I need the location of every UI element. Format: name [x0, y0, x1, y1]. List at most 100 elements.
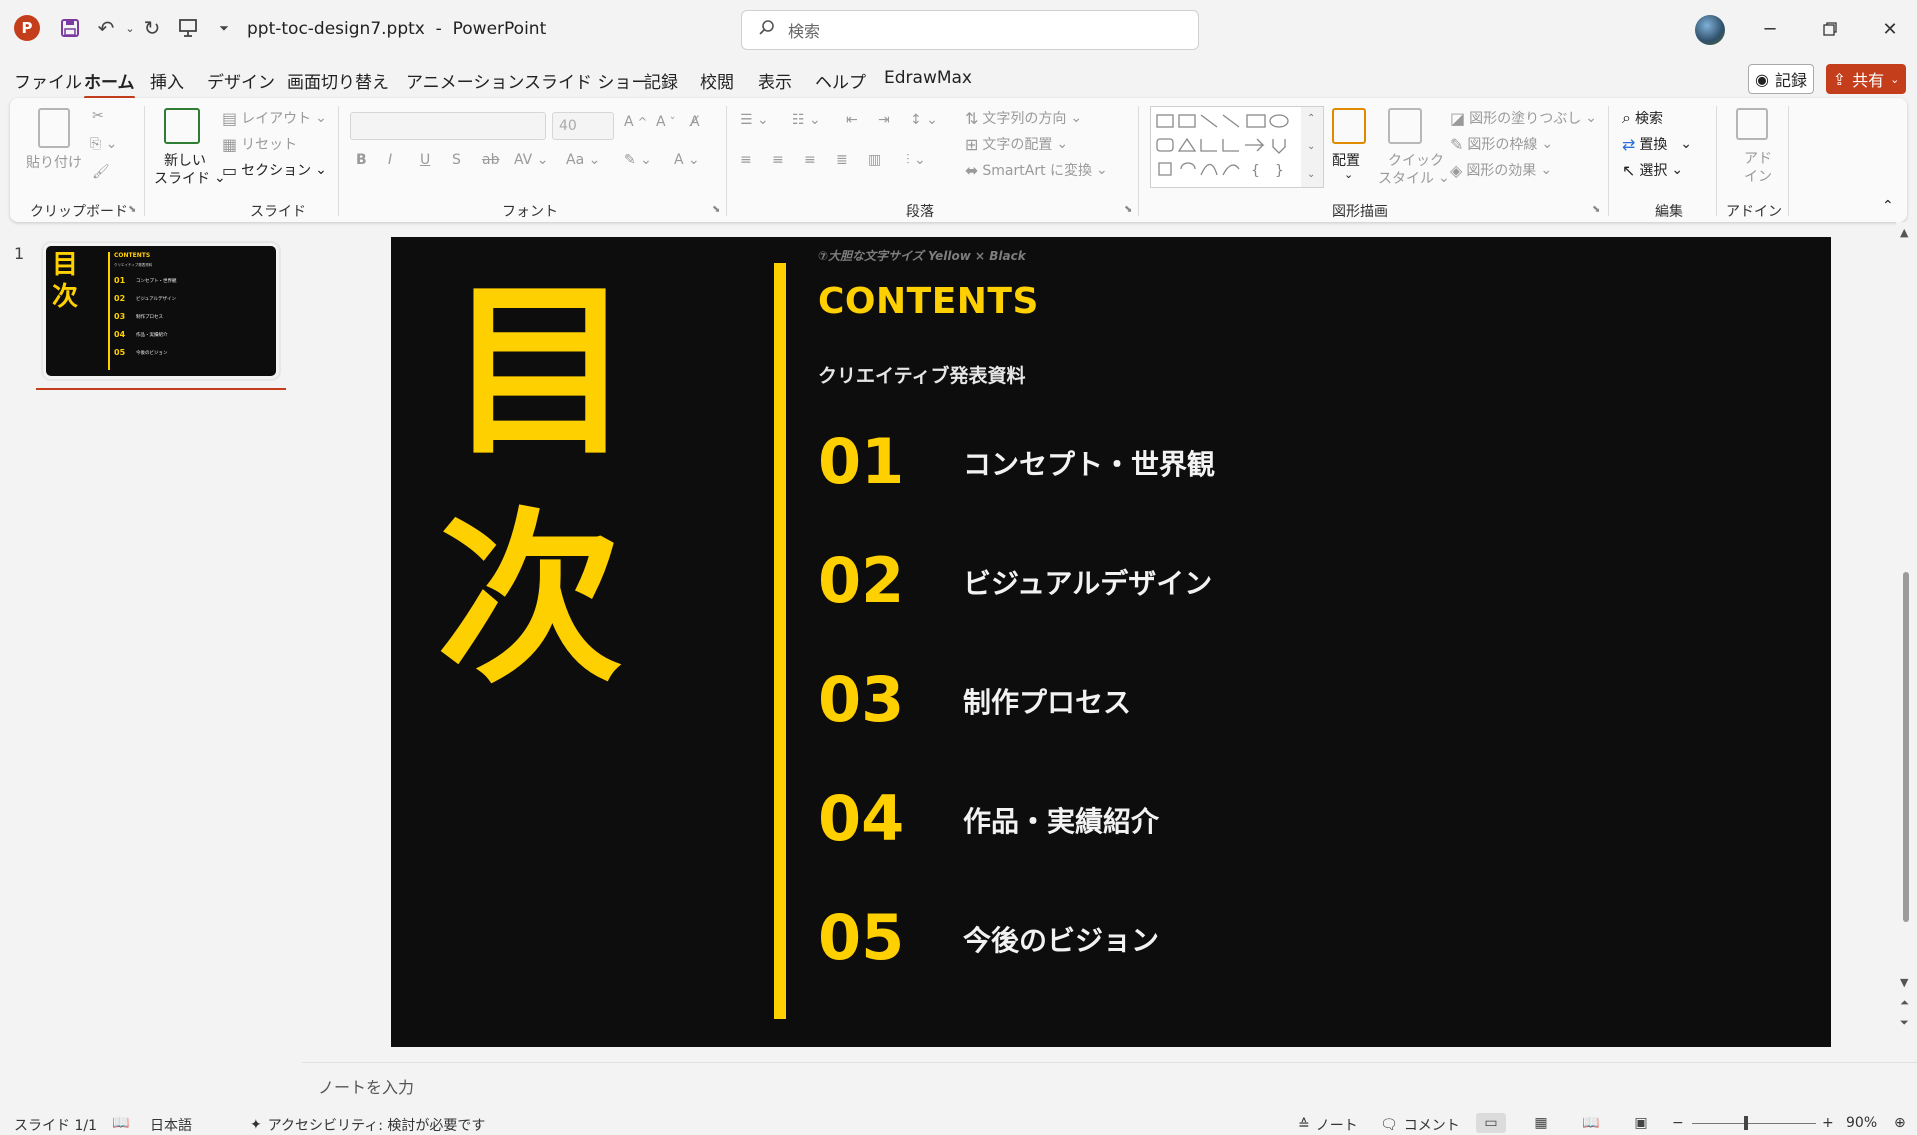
bold-icon[interactable]: B: [356, 152, 367, 168]
strikethrough-icon[interactable]: ab: [482, 152, 499, 168]
slide-sorter-icon[interactable]: ▦: [1526, 1113, 1556, 1133]
quick-styles-label-1[interactable]: クイック: [1388, 150, 1444, 170]
slide-subtitle[interactable]: クリエイティブ発表資料: [818, 361, 1025, 388]
increase-indent-icon[interactable]: ⇥: [878, 112, 890, 128]
font-color-icon[interactable]: A ⌄: [674, 152, 700, 168]
comments-button[interactable]: 🗨 コメント: [1380, 1115, 1460, 1135]
item-number[interactable]: 04: [818, 788, 904, 850]
font-size-select[interactable]: 40: [552, 112, 614, 140]
tab-view[interactable]: 表示: [758, 68, 792, 93]
format-painter-icon[interactable]: 🖌: [92, 164, 110, 180]
addins-label-2[interactable]: イン: [1744, 166, 1772, 186]
record-button[interactable]: ◉ 記録: [1748, 64, 1814, 94]
slide-thumbnail[interactable]: 目 次 CONTENTS クリエイティブ発表資料 01 コンセプト・世界観 02…: [41, 241, 281, 381]
slide-count[interactable]: スライド 1/1: [14, 1115, 97, 1135]
arrange-chevron-icon[interactable]: ⌄: [1344, 168, 1353, 181]
tab-review[interactable]: 校閲: [700, 68, 734, 93]
next-slide-icon[interactable]: ⏷: [1900, 1016, 1909, 1030]
item-label[interactable]: 作品・実績紹介: [963, 800, 1159, 840]
search-input[interactable]: 検索: [741, 10, 1199, 50]
tab-design[interactable]: デザイン: [207, 68, 275, 93]
customize-toolbar-icon[interactable]: ⏷: [210, 14, 238, 42]
item-label[interactable]: 今後のビジョン: [963, 919, 1159, 959]
notes-button[interactable]: ≙ ノート: [1298, 1115, 1358, 1135]
cut-icon[interactable]: ✂: [92, 108, 104, 124]
select-button[interactable]: ↖ 選択 ⌄: [1622, 160, 1683, 180]
dialog-launcher-icon[interactable]: ⬊: [1592, 204, 1600, 215]
underline-icon[interactable]: U: [420, 152, 430, 168]
justify-icon[interactable]: ≣: [836, 152, 848, 168]
tab-animations[interactable]: アニメーション: [406, 68, 524, 93]
replace-button[interactable]: ⇄ 置換 ⌄: [1622, 134, 1692, 154]
line-spacing-icon[interactable]: ↕ ⌄: [910, 112, 938, 128]
layout-button[interactable]: ▤ レイアウト ⌄: [222, 108, 327, 128]
clear-format-icon[interactable]: A̸: [690, 114, 700, 130]
present-icon[interactable]: [174, 14, 202, 42]
language-indicator[interactable]: 日本語: [150, 1115, 192, 1135]
previous-slide-icon[interactable]: ⏶: [1900, 996, 1909, 1010]
restore-icon[interactable]: [1810, 12, 1850, 46]
copy-icon[interactable]: ⎘ ⌄: [90, 136, 117, 152]
normal-view-icon[interactable]: ▭: [1476, 1113, 1506, 1133]
find-button[interactable]: ⌕ 検索: [1622, 108, 1663, 128]
arrange-button[interactable]: 配置: [1332, 150, 1360, 170]
align-text-button[interactable]: ⊞ 文字の配置 ⌄: [965, 134, 1068, 154]
font-family-select[interactable]: [350, 112, 546, 140]
slide[interactable]: ⑦大胆な文字サイズ Yellow × Black 目 次 CONTENTS クリ…: [391, 237, 1831, 1047]
columns-icon[interactable]: ⫶ ⌄: [906, 152, 926, 168]
fit-to-window-icon[interactable]: ⊕: [1894, 1115, 1906, 1131]
addins-label-1[interactable]: アド: [1744, 148, 1772, 168]
shape-fill-button[interactable]: ◪ 図形の塗りつぶし ⌄: [1450, 108, 1597, 128]
paste-button[interactable]: 貼り付け: [26, 152, 82, 172]
change-case-icon[interactable]: Aa ⌄: [566, 152, 600, 168]
item-label[interactable]: ビジュアルデザイン: [963, 562, 1212, 602]
zoom-out-icon[interactable]: −: [1672, 1115, 1684, 1131]
scroll-up-icon[interactable]: ▲: [1900, 226, 1908, 239]
item-number[interactable]: 02: [818, 550, 904, 612]
section-button[interactable]: ▭ セクション ⌄: [222, 160, 327, 180]
item-label[interactable]: 制作プロセス: [963, 681, 1131, 721]
contents-title[interactable]: CONTENTS: [818, 281, 1039, 322]
tab-edrawmax[interactable]: EdrawMax: [884, 68, 972, 88]
bullets-icon[interactable]: ☰ ⌄: [740, 112, 769, 128]
tab-insert[interactable]: 挿入: [150, 68, 184, 93]
dialog-launcher-icon[interactable]: ⬊: [128, 204, 136, 215]
smartart-button[interactable]: ⬌ SmartArt に変換 ⌄: [965, 160, 1108, 180]
increase-font-icon[interactable]: A ^: [624, 114, 647, 130]
align-center-icon[interactable]: ≡: [772, 152, 784, 168]
notes-pane[interactable]: ノートを入力: [302, 1062, 1917, 1110]
save-icon[interactable]: [56, 14, 84, 42]
slide-caption[interactable]: ⑦大胆な文字サイズ Yellow × Black: [818, 247, 1026, 264]
collapse-ribbon-icon[interactable]: ⌃: [1882, 198, 1894, 214]
share-button[interactable]: ⇪ 共有 ⌄: [1826, 64, 1906, 94]
quick-styles-label-2[interactable]: スタイル ⌄: [1378, 168, 1450, 188]
character-spacing-icon[interactable]: AV ⌄: [514, 152, 548, 168]
reset-button[interactable]: ▦ リセット: [222, 134, 297, 154]
dialog-launcher-icon[interactable]: ⬊: [712, 204, 720, 215]
shapes-gallery[interactable]: {} ⌃ ⌄ ⌄: [1150, 106, 1324, 188]
decrease-indent-icon[interactable]: ⇤: [846, 112, 858, 128]
slideshow-view-icon[interactable]: ▣: [1626, 1113, 1656, 1133]
new-slide-label-2[interactable]: スライド ⌄: [154, 168, 226, 188]
new-slide-icon[interactable]: [164, 108, 200, 144]
shadow-icon[interactable]: S: [452, 152, 461, 168]
close-icon[interactable]: ✕: [1870, 12, 1910, 46]
zoom-slider-thumb[interactable]: [1744, 1116, 1748, 1130]
item-label[interactable]: コンセプト・世界観: [963, 443, 1215, 483]
shape-outline-button[interactable]: ✎ 図形の枠線 ⌄: [1450, 134, 1553, 154]
align-right-icon[interactable]: ≡: [804, 152, 816, 168]
arrange-icon[interactable]: [1332, 108, 1366, 144]
scroll-down-icon[interactable]: ▼: [1900, 976, 1908, 989]
tab-help[interactable]: ヘルプ: [815, 68, 866, 93]
tab-record[interactable]: 記録: [644, 68, 678, 93]
new-slide-label-1[interactable]: 新しい: [164, 150, 206, 170]
text-direction-button[interactable]: ⇅ 文字列の方向 ⌄: [965, 108, 1082, 128]
item-number[interactable]: 03: [818, 669, 904, 731]
kanji-top[interactable]: 目: [447, 279, 633, 465]
shape-effects-button[interactable]: ◈ 図形の効果 ⌄: [1450, 160, 1552, 180]
distributed-icon[interactable]: ▥: [868, 152, 881, 168]
zoom-slider[interactable]: [1692, 1123, 1816, 1124]
kanji-bottom[interactable]: 次: [437, 507, 623, 693]
avatar[interactable]: [1695, 15, 1725, 45]
tab-file[interactable]: ファイル: [14, 68, 82, 93]
